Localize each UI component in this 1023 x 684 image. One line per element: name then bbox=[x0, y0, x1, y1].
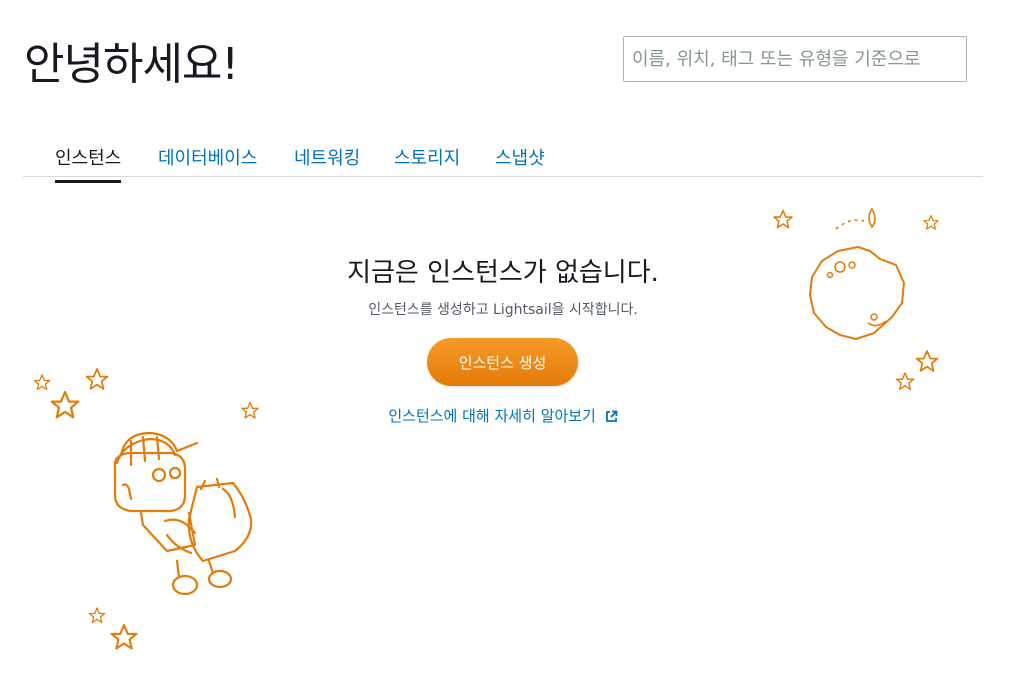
star-icon bbox=[773, 209, 793, 229]
star-icon bbox=[241, 401, 259, 419]
page: 안녕하세요! 인스턴스 데이터베이스 네트워킹 스토리지 스냅샷 지금은 인스턴… bbox=[0, 0, 1023, 684]
star-icon bbox=[895, 372, 915, 391]
star-icon bbox=[923, 214, 939, 230]
star-icon bbox=[85, 368, 109, 390]
star-icon bbox=[33, 374, 51, 391]
star-icon bbox=[915, 350, 939, 372]
star-icon bbox=[110, 623, 138, 650]
star-icon bbox=[88, 607, 106, 624]
star-icon bbox=[50, 390, 80, 419]
robot-astronaut-icon bbox=[113, 431, 253, 596]
planet-icon bbox=[809, 207, 905, 340]
